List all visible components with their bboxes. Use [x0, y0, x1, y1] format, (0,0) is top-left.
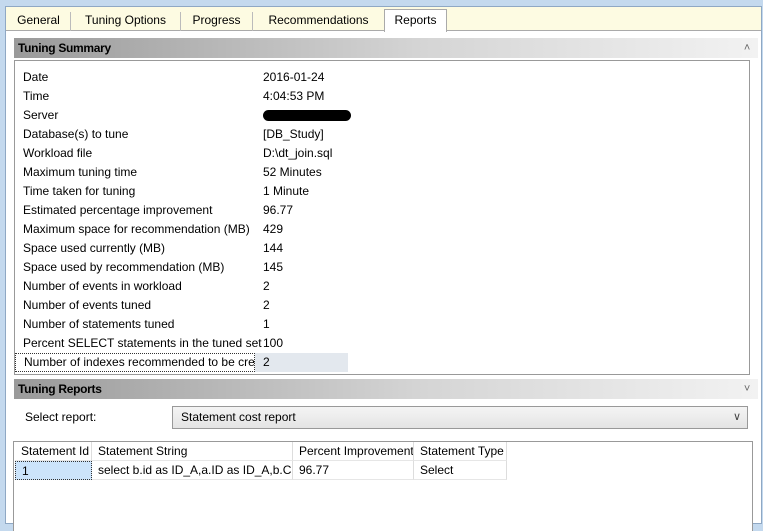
summary-label: Estimated percentage improvement: [23, 203, 213, 217]
summary-label: Maximum tuning time: [23, 165, 138, 179]
tab-reports[interactable]: Reports: [384, 9, 447, 32]
summary-label: Number of indexes recommended to be crea…: [15, 353, 278, 372]
summary-value: 2: [263, 279, 270, 293]
summary-row[interactable]: Space used currently (MB) 144: [15, 239, 749, 258]
summary-label: Database(s) to tune: [23, 127, 129, 141]
tuning-reports-header[interactable]: Tuning Reports ˅: [14, 379, 758, 399]
summary-label: Number of statements tuned: [23, 317, 175, 331]
summary-label: Workload file: [23, 146, 93, 160]
grid-cell[interactable]: select b.id as ID_A,a.ID as ID_A,b.Cr...: [92, 461, 293, 480]
summary-label: Date: [23, 70, 49, 84]
tab-recommendations[interactable]: Recommendations: [253, 12, 384, 31]
summary-row[interactable]: Date 2016-01-24: [15, 68, 749, 87]
select-report-dropdown[interactable]: Statement cost report ∨: [172, 406, 748, 429]
summary-row[interactable]: Maximum space for recommendation (MB) 429: [15, 220, 749, 239]
summary-label: Server: [23, 108, 59, 122]
summary-label: Number of events in workload: [23, 279, 182, 293]
summary-value: 1: [263, 317, 270, 331]
double-chevron-up-icon[interactable]: ˄: [744, 38, 750, 58]
tab-strip: General Tuning Options Progress Recommen…: [6, 7, 761, 32]
tuning-summary-list: Date 2016-01-24 Time 4:04:53 PM Server Databa…: [14, 60, 750, 375]
section-title: Tuning Reports: [18, 382, 102, 396]
summary-value: 100: [263, 336, 284, 350]
section-title: Tuning Summary: [18, 41, 111, 55]
tab-progress[interactable]: Progress: [181, 12, 253, 31]
column-header[interactable]: Percent Improvement: [293, 442, 414, 461]
summary-value: [263, 106, 351, 125]
summary-row[interactable]: Maximum tuning time 52 Minutes: [15, 163, 749, 182]
summary-row[interactable]: Time taken for tuning 1 Minute: [15, 182, 749, 201]
column-header[interactable]: Statement Type: [414, 442, 507, 461]
statement-cost-grid: Statement Id Statement String Percent Impr…: [13, 441, 753, 531]
summary-value: D:\dt_join.sql: [263, 146, 333, 160]
summary-row[interactable]: Number of statements tuned 1: [15, 315, 749, 334]
summary-row[interactable]: Number of indexes recommended to be crea…: [15, 353, 749, 372]
redacted-server-name: [263, 110, 351, 122]
tuning-summary-header[interactable]: Tuning Summary ˄: [14, 38, 758, 58]
summary-label: Time taken for tuning: [23, 184, 136, 198]
summary-value: 2: [255, 353, 348, 372]
summary-row[interactable]: Time 4:04:53 PM: [15, 87, 749, 106]
summary-row[interactable]: Number of events tuned 2: [15, 296, 749, 315]
summary-value: 144: [263, 241, 284, 255]
summary-label: Space used by recommendation (MB): [23, 260, 225, 274]
tab-tuning-options[interactable]: Tuning Options: [71, 12, 181, 31]
summary-value: 96.77: [263, 203, 294, 217]
select-report-label: Select report:: [25, 410, 97, 424]
summary-value: 2: [263, 298, 270, 312]
summary-label: Maximum space for recommendation (MB): [23, 222, 250, 236]
summary-label: Percent SELECT statements in the tuned s…: [23, 336, 262, 350]
summary-label: Space used currently (MB): [23, 241, 166, 255]
chevron-down-icon: ∨: [732, 411, 741, 423]
summary-value: 52 Minutes: [263, 165, 322, 179]
summary-value: 1 Minute: [263, 184, 310, 198]
summary-value: [DB_Study]: [263, 127, 324, 141]
summary-value: 2016-01-24: [263, 70, 325, 84]
summary-row[interactable]: Database(s) to tune [DB_Study]: [15, 125, 749, 144]
tab-general[interactable]: General: [7, 12, 71, 31]
summary-label: Number of events tuned: [23, 298, 152, 312]
summary-row[interactable]: Workload file D:\dt_join.sql: [15, 144, 749, 163]
grid-cell[interactable]: 1: [15, 461, 92, 480]
summary-value: 429: [263, 222, 284, 236]
column-header[interactable]: Statement String: [92, 442, 293, 461]
summary-row[interactable]: Percent SELECT statements in the tuned s…: [15, 334, 749, 353]
grid-cell[interactable]: Select: [414, 461, 507, 480]
reports-window: General Tuning Options Progress Recommen…: [5, 6, 762, 531]
summary-row[interactable]: Number of events in workload 2: [15, 277, 749, 296]
summary-value: 4:04:53 PM: [263, 89, 325, 103]
summary-value: 145: [263, 260, 284, 274]
summary-row[interactable]: Server: [15, 106, 749, 125]
double-chevron-down-icon[interactable]: ˅: [744, 379, 750, 399]
column-header[interactable]: Statement Id: [15, 442, 92, 461]
summary-label: Time: [23, 89, 50, 103]
selected-report: Statement cost report: [181, 410, 296, 424]
summary-row[interactable]: Estimated percentage improvement 96.77: [15, 201, 749, 220]
summary-row[interactable]: Space used by recommendation (MB) 145: [15, 258, 749, 277]
grid-cell[interactable]: 96.77: [293, 461, 414, 480]
